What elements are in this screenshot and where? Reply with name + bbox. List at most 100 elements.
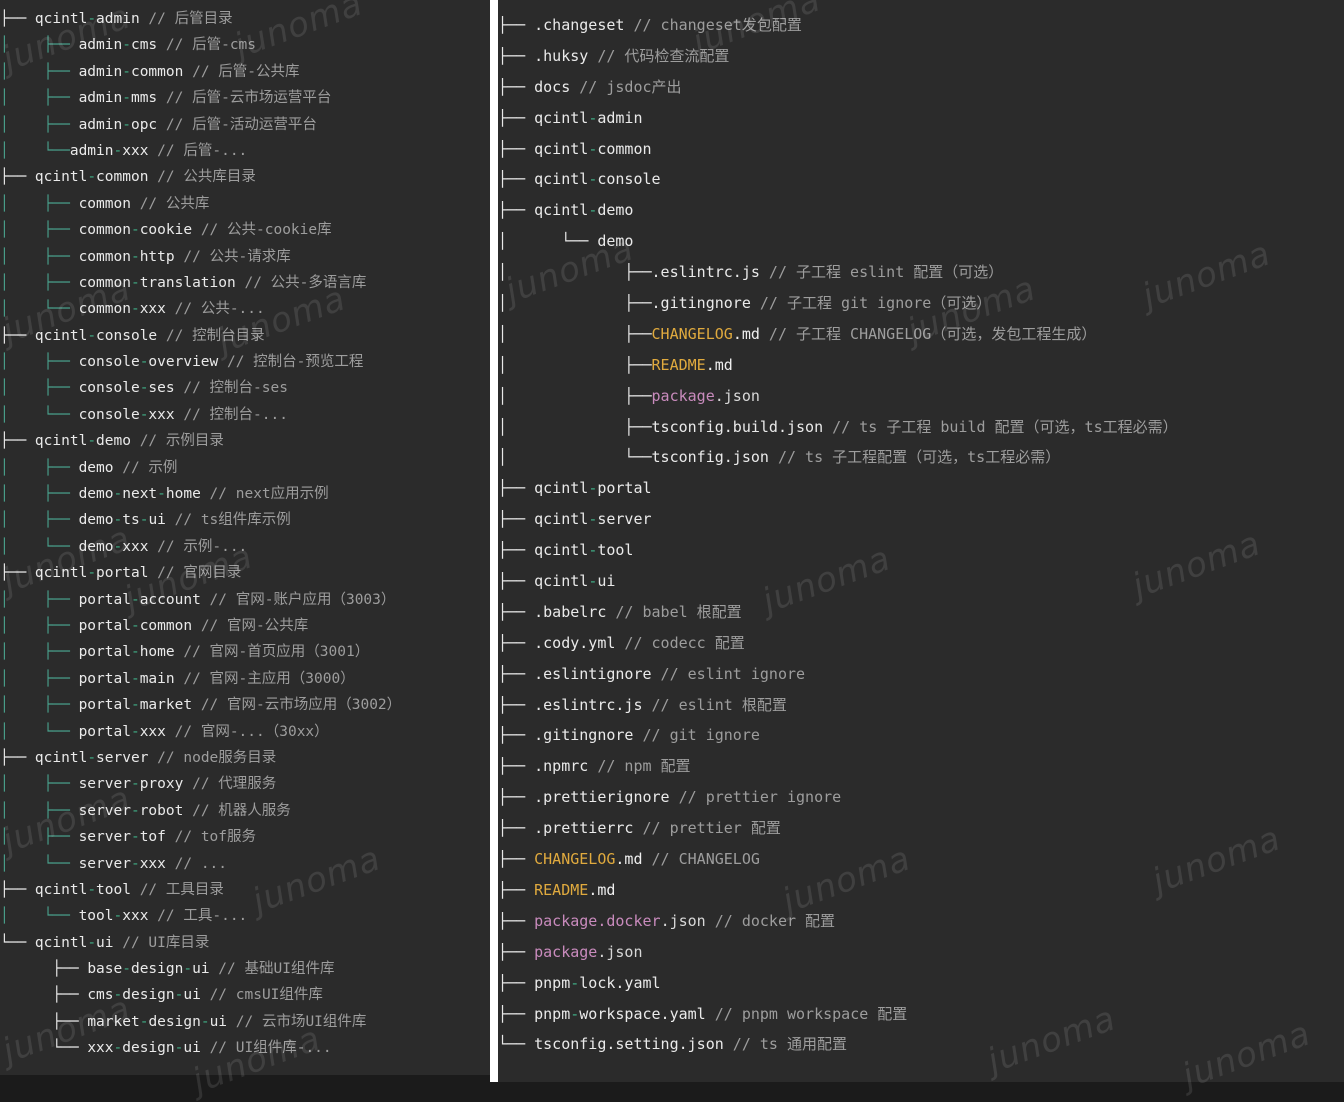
- tree-row[interactable]: │ └── common-xxx // 公共-...: [0, 296, 490, 322]
- tree-row[interactable]: │ ├── README.md: [498, 350, 1344, 381]
- tree-branch-icon: ├──: [498, 633, 535, 652]
- tree-row[interactable]: │ └── console-xxx // 控制台-...: [0, 402, 490, 428]
- entry-name: .npmrc: [534, 757, 589, 776]
- tree-branch-icon: ├──: [498, 479, 535, 498]
- tree-row[interactable]: │ └── server-xxx // ...: [0, 851, 490, 877]
- tree-row[interactable]: │ ├── server-tof // tof服务: [0, 824, 490, 850]
- tree-row[interactable]: ├── pnpm-workspace.yaml // pnpm workspac…: [498, 999, 1344, 1030]
- tree-row[interactable]: ├── .cody.yml // codecc 配置: [498, 628, 1344, 659]
- entry-name: .eslintrc.js: [651, 263, 760, 282]
- tree-row[interactable]: │ ├── admin-opc // 后管-活动运营平台: [0, 112, 490, 138]
- entry-comment: // ...: [165, 855, 228, 872]
- tree-row[interactable]: │ ├── common // 公共库: [0, 191, 490, 217]
- tree-row[interactable]: ├── .npmrc // npm 配置: [498, 751, 1344, 782]
- tree-row[interactable]: ├── .prettierrc // prettier 配置: [498, 813, 1344, 844]
- tree-row[interactable]: │ ├── CHANGELOG.md // 子工程 CHANGELOG（可选，发包…: [498, 319, 1344, 350]
- tree-branch-icon: │ ├──: [0, 90, 79, 107]
- entry-comment: // 子工程 CHANGELOG（可选，发包工程生成）: [759, 324, 1097, 343]
- entry-comment: // 后管-活动运营平台: [157, 116, 317, 133]
- tree-row[interactable]: ├── qcintl-admin: [498, 103, 1344, 134]
- tree-row[interactable]: │ └── tool-xxx // 工具-...: [0, 903, 490, 929]
- tree-row[interactable]: │ ├── server-proxy // 代理服务: [0, 771, 490, 797]
- tree-row[interactable]: │ ├── portal-account // 官网-账户应用（3003）: [0, 587, 490, 613]
- tree-row[interactable]: ├── package.json: [498, 937, 1344, 968]
- tree-row[interactable]: ├── qcintl-admin // 后管目录: [0, 6, 490, 32]
- tree-row[interactable]: ├── qcintl-console: [498, 164, 1344, 195]
- tree-row[interactable]: ├── qcintl-portal: [498, 473, 1344, 504]
- entry-name: .eslintrc.js: [534, 695, 643, 714]
- entry-comment: // codecc 配置: [615, 633, 745, 652]
- tree-row[interactable]: ├── docs // jsdoc产出: [498, 72, 1344, 103]
- tree-row[interactable]: ├── qcintl-demo: [498, 195, 1344, 226]
- tree-row[interactable]: ├── market-design-ui // 云市场UI组件库: [0, 1009, 490, 1035]
- entry-comment: // eslint ignore: [651, 664, 806, 683]
- tree-row[interactable]: │ ├── package.json: [498, 381, 1344, 412]
- tree-row[interactable]: │ ├── .eslintrc.js // 子工程 eslint 配置（可选）: [498, 257, 1344, 288]
- tree-row[interactable]: │ └── demo: [498, 226, 1344, 257]
- tree-row[interactable]: ├── qcintl-server // node服务目录: [0, 745, 490, 771]
- tree-row[interactable]: │ ├── admin-mms // 后管-云市场运营平台: [0, 85, 490, 111]
- tree-row[interactable]: │ ├── demo // 示例: [0, 455, 490, 481]
- entry-name: demo: [78, 459, 114, 476]
- tree-branch-icon: ├──: [498, 911, 535, 930]
- tree-row[interactable]: │ ├── portal-main // 官网-主应用（3000）: [0, 666, 490, 692]
- tree-row[interactable]: │ ├── server-robot // 机器人服务: [0, 798, 490, 824]
- tree-row[interactable]: ├── qcintl-tool: [498, 535, 1344, 566]
- entry-comment: // 示例目录: [130, 433, 224, 450]
- tree-row[interactable]: │ ├── admin-common // 后管-公共库: [0, 59, 490, 85]
- tree-row[interactable]: └── qcintl-ui // UI库目录: [0, 930, 490, 956]
- tree-row[interactable]: ├── qcintl-tool // 工具目录: [0, 877, 490, 903]
- tree-row[interactable]: └── xxx-design-ui // UI组件库-...: [0, 1035, 490, 1061]
- tree-row[interactable]: ├── qcintl-common // 公共库目录: [0, 164, 490, 190]
- tree-row[interactable]: │ ├── common-http // 公共-请求库: [0, 244, 490, 270]
- tree-row[interactable]: │ └── admin-xxx // 后管-...: [0, 138, 490, 164]
- entry-name: xxx-design-ui: [87, 1040, 201, 1057]
- tree-row[interactable]: ├── qcintl-common: [498, 134, 1344, 165]
- tree-row[interactable]: │ └── portal-xxx // 官网-...（30xx）: [0, 719, 490, 745]
- entry-comment: // changeset发包配置: [624, 16, 802, 34]
- entry-comment: // 公共-请求库: [174, 248, 291, 265]
- tree-row[interactable]: ├── .changeset // changeset发包配置: [498, 10, 1344, 41]
- tree-row[interactable]: ├── qcintl-portal // 官网目录: [0, 560, 490, 586]
- tree-row[interactable]: ├── .prettierignore // prettier ignore: [498, 782, 1344, 813]
- tree-branch-icon: ├──: [498, 77, 535, 96]
- tree-row[interactable]: ├── qcintl-console // 控制台目录: [0, 323, 490, 349]
- tree-row[interactable]: │ ├── common-cookie // 公共-cookie库: [0, 217, 490, 243]
- tree-row[interactable]: │ ├── common-translation // 公共-多语言库: [0, 270, 490, 296]
- tree-row[interactable]: ├── .huksy // 代码检查流配置: [498, 41, 1344, 72]
- tree-row[interactable]: │ └── demo-xxx // 示例-...: [0, 534, 490, 560]
- entry-name: tsconfig.setting.json: [534, 1035, 724, 1054]
- entry-name: qcintl-admin: [534, 108, 643, 127]
- tree-branch-icon: │ ├──: [0, 37, 79, 54]
- tree-row[interactable]: │ ├── portal-market // 官网-云市场应用（3002）: [0, 692, 490, 718]
- tree-row[interactable]: │ ├── demo-ts-ui // ts组件库示例: [0, 507, 490, 533]
- tree-row[interactable]: ├── base-design-ui // 基础UI组件库: [0, 956, 490, 982]
- tree-row[interactable]: ├── qcintl-ui: [498, 566, 1344, 597]
- tree-row[interactable]: │ ├── admin-cms // 后管-cms: [0, 32, 490, 58]
- tree-row[interactable]: ├── .eslintrc.js // eslint 根配置: [498, 690, 1344, 721]
- tree-row[interactable]: ├── pnpm-lock.yaml: [498, 968, 1344, 999]
- tree-row[interactable]: ├── qcintl-demo // 示例目录: [0, 428, 490, 454]
- tree-row[interactable]: │ └── tsconfig.json // ts 子工程配置（可选，ts工程必需…: [498, 442, 1344, 473]
- tree-branch-icon: │ ├──: [0, 670, 79, 687]
- tree-branch-icon: │ ├──: [0, 776, 79, 793]
- tree-row[interactable]: │ ├── portal-home // 官网-首页应用（3001）: [0, 639, 490, 665]
- entry-name: qcintl-portal: [34, 565, 149, 582]
- tree-row[interactable]: ├── .babelrc // babel 根配置: [498, 597, 1344, 628]
- tree-row[interactable]: │ ├── tsconfig.build.json // ts 子工程 build…: [498, 412, 1344, 443]
- tree-row[interactable]: ├── cms-design-ui // cmsUI组件库: [0, 982, 490, 1008]
- tree-row[interactable]: │ ├── demo-next-home // next应用示例: [0, 481, 490, 507]
- tree-row[interactable]: ├── README.md: [498, 875, 1344, 906]
- tree-row[interactable]: ├── qcintl-server: [498, 504, 1344, 535]
- tree-row[interactable]: ├── CHANGELOG.md // CHANGELOG: [498, 844, 1344, 875]
- entry-name: common-xxx: [78, 301, 166, 318]
- tree-row[interactable]: └── tsconfig.setting.json // ts 通用配置: [498, 1029, 1344, 1060]
- tree-row[interactable]: ├── package.docker.json // docker 配置: [498, 906, 1344, 937]
- tree-row[interactable]: ├── .gitingnore // git ignore: [498, 720, 1344, 751]
- tree-row[interactable]: │ ├── portal-common // 官网-公共库: [0, 613, 490, 639]
- tree-row[interactable]: ├── .eslintignore // eslint ignore: [498, 659, 1344, 690]
- entry-name: docs: [534, 77, 571, 96]
- tree-row[interactable]: │ ├── console-ses // 控制台-ses: [0, 375, 490, 401]
- tree-row[interactable]: │ ├── console-overview // 控制台-预览工程: [0, 349, 490, 375]
- tree-row[interactable]: │ ├── .gitingnore // 子工程 git ignore（可选）: [498, 288, 1344, 319]
